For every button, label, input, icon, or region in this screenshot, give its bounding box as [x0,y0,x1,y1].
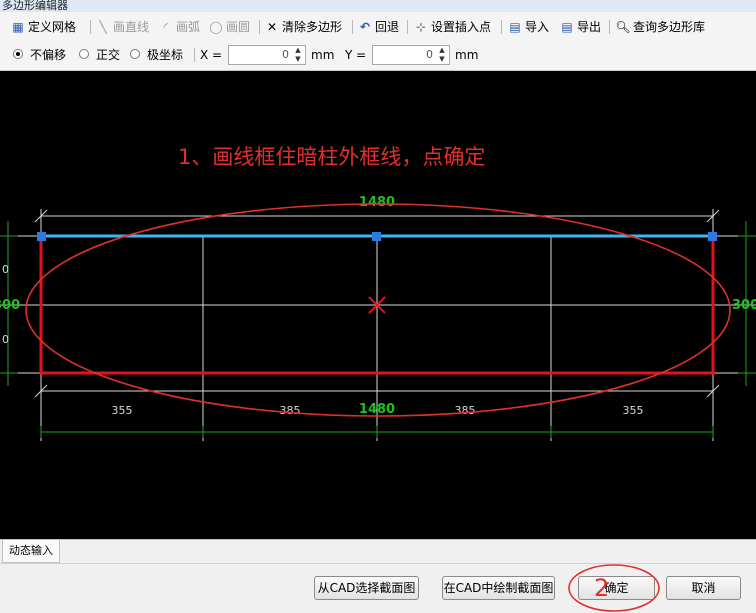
line-icon: ╲ [99,20,107,34]
orthogonal-label: 正交 [96,48,121,62]
toolbar-separator [352,20,353,34]
bottom-button-bar: 从CAD选择截面图 在CAD中绘制截面图 确定 取消 2 [0,563,756,613]
segment-label: 355 [623,404,644,417]
toolbar-separator [501,20,502,34]
segment-label: 385 [455,404,476,417]
export-button[interactable]: ▤ 导出 [559,17,601,37]
clear-icon: ✕ [266,20,278,34]
grid-icon: ▦ [12,20,24,34]
ok-button[interactable]: 确定 [578,576,655,600]
vertex-handle[interactable] [372,232,381,241]
left-tick-bottom-label: 0 [2,333,9,346]
query-polygon-library-button[interactable]: 🔍︎ 查询多边形库 [615,17,705,37]
define-grid-button[interactable]: ▦ 定义网格 [10,17,76,37]
export-icon: ▤ [561,20,573,34]
polar-label: 极坐标 [147,48,184,62]
main-toolbar: ▦ 定义网格 ╲ 画直线 ◜ 画弧 ◯ 画圆 ✕ 清除多边形 ↶ 回退 ⊹ 设置插入点 ▤ 导入… [0,12,756,43]
clear-polygon-button[interactable]: ✕ 清除多边形 [264,17,342,37]
toolbar-separator [90,20,91,34]
segment-label: 385 [280,404,301,417]
window-titlebar: 多边形编辑器 [0,0,756,12]
annotation-step2: 2 [594,574,610,602]
y-input[interactable]: 0 ▲ ▼ [372,45,450,65]
search-icon: 🔍︎ [615,20,631,34]
x-value: 0 [282,48,289,61]
orthogonal-radio[interactable] [79,49,89,59]
circle-icon: ◯ [209,20,223,34]
annotation-step1: 1、画线框住暗柱外框线，点确定 [178,145,486,169]
x-input[interactable]: 0 ▲ ▼ [228,45,306,65]
draw-circle-button[interactable]: ◯ 画圆 [208,17,250,37]
cancel-button[interactable]: 取消 [666,576,741,600]
window-title: 多边形编辑器 [2,0,68,12]
insert-point-icon: ⊹ [415,20,427,34]
left-tick-top-label: 0 [2,263,9,276]
undo-icon: ↶ [359,20,371,34]
select-from-cad-button[interactable]: 从CAD选择截面图 [314,576,419,600]
set-insert-point-button[interactable]: ⊹ 设置插入点 [413,17,491,37]
y-unit: mm [455,48,479,62]
no-offset-label: 不偏移 [30,48,67,62]
segment-label: 355 [112,404,133,417]
import-button[interactable]: ▤ 导入 [507,17,549,37]
import-icon: ▤ [509,20,521,34]
vertex-handle[interactable] [37,232,46,241]
draw-arc-button[interactable]: ◜ 画弧 [158,17,200,37]
bottom-dimension-label: 1480 [359,402,395,417]
arc-icon: ◜ [163,20,169,34]
tab-dynamic-input[interactable]: 动态输入 [2,540,60,563]
y-spinner-icon[interactable]: ▲ ▼ [437,46,447,64]
right-dimension-label: 300 [732,298,756,313]
toolbar-separator [609,20,610,34]
draw-in-cad-button[interactable]: 在CAD中绘制截面图 [442,576,555,600]
drawing-canvas[interactable]: 1480 1480 300 300 0 0 355 385 385 355 1、… [0,71,756,539]
y-label: Y = [345,48,367,62]
top-dimension-label: 1480 [359,195,395,210]
draw-line-button[interactable]: ╲ 画直线 [95,17,149,37]
x-label: X = [200,48,223,62]
polar-radio[interactable] [130,49,140,59]
no-offset-radio[interactable] [13,49,23,59]
x-unit: mm [311,48,335,62]
top-dimension-line [34,209,720,223]
vertex-handle[interactable] [708,232,717,241]
toolbar-separator [194,48,195,62]
undo-button[interactable]: ↶ 回退 [357,17,399,37]
y-value: 0 [426,48,433,61]
x-spinner-icon[interactable]: ▲ ▼ [293,46,303,64]
toolbar-separator [407,20,408,34]
options-toolbar: 不偏移 正交 极坐标 X = 0 ▲ ▼ mm Y = 0 ▲ ▼ mm [0,42,756,71]
tab-strip: 动态输入 [0,539,756,564]
toolbar-separator [259,20,260,34]
left-dimension-label: 300 [0,298,20,313]
